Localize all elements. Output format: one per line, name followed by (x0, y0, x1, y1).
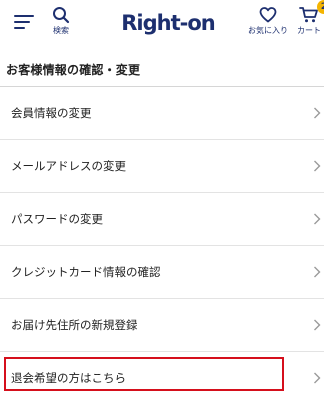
page-title: お客様情報の確認・変更 (6, 63, 141, 77)
chevron-right-icon (314, 319, 321, 331)
cart-icon (299, 7, 318, 23)
favorites-label: お気に入り (248, 26, 288, 35)
cart-label: カート (297, 26, 321, 35)
favorites-button[interactable]: お気に入り (246, 6, 290, 36)
hamburger-menu-icon[interactable] (14, 12, 36, 32)
menu-item-member-info[interactable]: 会員情報の変更 (0, 87, 324, 140)
heart-icon (259, 7, 277, 23)
menu-item-password[interactable]: パスワードの変更 (0, 193, 324, 246)
menu-item-label: お届け先住所の新規登録 (11, 318, 138, 332)
chevron-right-icon (314, 160, 321, 172)
cart-count-badge: 2 (317, 0, 324, 14)
right-on-logo[interactable]: Right-on (120, 9, 216, 37)
page: 検索 Right-on お気に入り 2 カート お客様情報の確認・変更 会員情報… (0, 0, 324, 397)
chevron-right-icon (314, 213, 321, 225)
menu-item-credit-card[interactable]: クレジットカード情報の確認 (0, 246, 324, 299)
chevron-right-icon (314, 372, 321, 384)
cart-button[interactable]: 2 カート (294, 0, 324, 36)
account-settings-list: 会員情報の変更 メールアドレスの変更 パスワードの変更 クレジットカード情報の確… (0, 87, 324, 397)
site-header: 検索 Right-on お気に入り 2 カート (0, 0, 324, 48)
menu-item-label: メールアドレスの変更 (11, 159, 126, 173)
menu-item-email[interactable]: メールアドレスの変更 (0, 140, 324, 193)
search-button[interactable]: 検索 (48, 6, 74, 36)
highlight-annotation-box (4, 357, 284, 391)
menu-item-label: パスワードの変更 (11, 212, 103, 226)
menu-item-label: 会員情報の変更 (11, 106, 92, 120)
chevron-right-icon (314, 107, 321, 119)
search-label: 検索 (53, 26, 69, 35)
menu-item-new-address[interactable]: お届け先住所の新規登録 (0, 299, 324, 352)
search-icon (53, 7, 70, 24)
chevron-right-icon (314, 266, 321, 278)
menu-item-label: クレジットカード情報の確認 (11, 265, 161, 279)
svg-text:Right-on: Right-on (121, 11, 215, 35)
